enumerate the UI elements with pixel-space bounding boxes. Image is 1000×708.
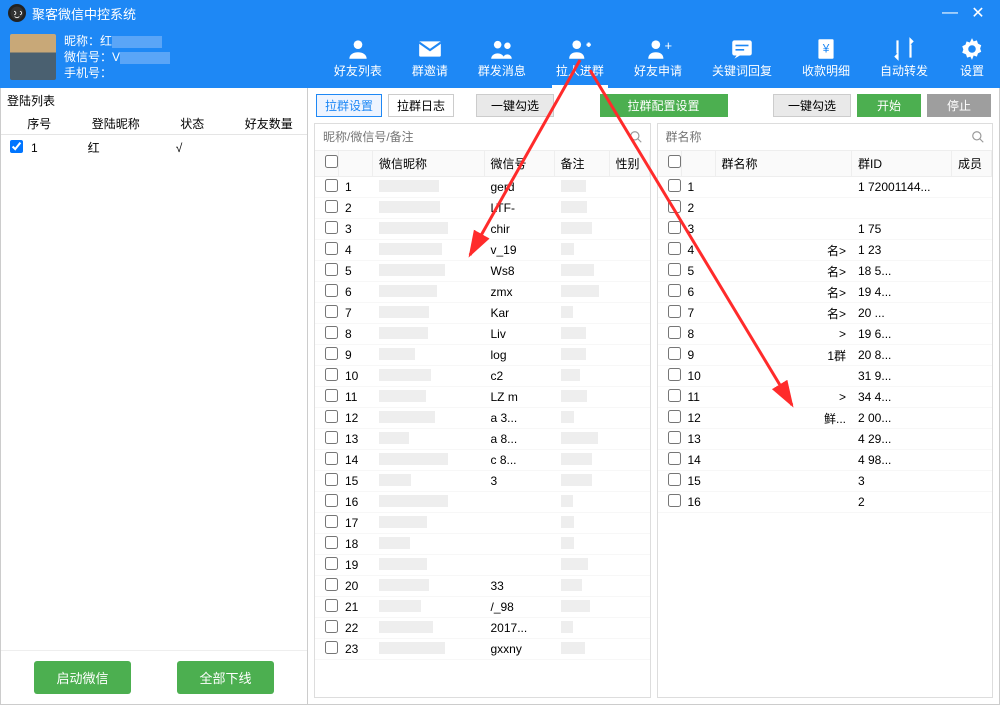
avatar — [10, 34, 56, 80]
login-checkbox[interactable] — [10, 140, 23, 153]
friend-row[interactable]: 15 3 — [315, 471, 650, 492]
title-bar: 聚客微信中控系统 — ✕ — [0, 0, 1000, 26]
select-all-right-button[interactable]: 一键勾选 — [773, 94, 851, 117]
group-row[interactable]: 6名>19 4... — [658, 282, 993, 303]
svg-text:+: + — [664, 38, 672, 53]
friend-row[interactable]: 10c2 — [315, 366, 650, 387]
app-logo — [8, 4, 26, 22]
friend-row[interactable]: 1gerd — [315, 177, 650, 198]
friends-pane: 微信昵称 微信号 备注 性别 1gerd2LTF-3chir4v_195Ws86… — [314, 123, 651, 698]
nav-friends[interactable]: 好友列表 — [330, 32, 386, 83]
right-panel: 拉群设置 拉群日志 一键勾选 拉群配置设置 一键勾选 开始 停止 — [308, 88, 1000, 705]
stop-button[interactable]: 停止 — [927, 94, 991, 117]
friends-columns: 微信昵称 微信号 备注 性别 — [315, 151, 650, 177]
friend-row[interactable]: 22 2017... — [315, 618, 650, 639]
groups-pane: 群名称 群ID 成员 11 72001144...231 754名>1 235名… — [657, 123, 994, 698]
nav-apply[interactable]: +好友申请 — [630, 32, 686, 83]
group-row[interactable]: 4名>1 23 — [658, 240, 993, 261]
friend-row[interactable]: 7Kar — [315, 303, 650, 324]
friend-row[interactable]: 12a 3... — [315, 408, 650, 429]
group-row[interactable]: 31 75 — [658, 219, 993, 240]
svg-text:¥: ¥ — [822, 41, 830, 55]
friend-row[interactable]: 2LTF- — [315, 198, 650, 219]
groups-select-all[interactable] — [668, 155, 681, 168]
group-row[interactable]: 9 1群20 8... — [658, 345, 993, 366]
start-button[interactable]: 开始 — [857, 94, 921, 117]
minimize-button[interactable]: — — [936, 4, 964, 22]
header: 昵称：红 微信号：V 手机号： 好友列表群邀请群发消息拉人进群 +好友申请关键词回… — [0, 26, 1000, 88]
friend-row[interactable]: 5Ws8 — [315, 261, 650, 282]
group-row[interactable]: 134 29... — [658, 429, 993, 450]
group-row[interactable]: 7名>20 ... — [658, 303, 993, 324]
tab-pull-log[interactable]: 拉群日志 — [388, 94, 454, 117]
group-row[interactable]: 11 >34 4... — [658, 387, 993, 408]
nav-keyword[interactable]: 关键词回复 — [708, 32, 776, 83]
start-wechat-button[interactable]: 启动微信 — [34, 661, 130, 694]
nav-receipt[interactable]: ¥收款明细 — [798, 32, 854, 83]
group-row[interactable]: 153 — [658, 471, 993, 492]
friend-row[interactable]: 11LZ m — [315, 387, 650, 408]
friend-row[interactable]: 3chir — [315, 219, 650, 240]
nav-broadcast[interactable]: 群发消息 — [474, 32, 530, 83]
pull-config-button[interactable]: 拉群配置设置 — [600, 94, 728, 117]
friend-row[interactable]: 8Liv — [315, 324, 650, 345]
login-row[interactable]: 1 红 √ — [1, 135, 307, 160]
groups-body: 11 72001144...231 754名>1 235名>18 5...6名>… — [658, 177, 993, 697]
friend-row[interactable]: 14c 8... — [315, 450, 650, 471]
left-footer: 启动微信 全部下线 — [1, 650, 307, 704]
select-all-left-button[interactable]: 一键勾选 — [476, 94, 554, 117]
groups-search-input[interactable] — [658, 124, 965, 150]
group-row[interactable]: 12鲜...2 00... — [658, 408, 993, 429]
group-row[interactable]: 11 72001144... — [658, 177, 993, 198]
group-row[interactable]: 5名>18 5... — [658, 261, 993, 282]
user-info: 昵称：红 微信号：V 手机号： — [64, 33, 170, 81]
toolbar: 拉群设置 拉群日志 一键勾选 拉群配置设置 一键勾选 开始 停止 — [308, 88, 999, 123]
friends-body: 1gerd2LTF-3chir4v_195Ws86zmx7Kar8Liv9log… — [315, 177, 650, 697]
friend-row[interactable]: 6zmx — [315, 282, 650, 303]
friends-select-all[interactable] — [325, 155, 338, 168]
nav-invite[interactable]: 群邀请 — [408, 32, 452, 83]
left-panel: 登陆列表 序号 登陆昵称 状态 好友数量 1 红 √ 启动微信 全部下线 — [0, 88, 308, 705]
group-row[interactable]: 162 — [658, 492, 993, 513]
nav-pull[interactable]: 拉人进群 — [552, 32, 608, 83]
group-row[interactable]: 1031 9... — [658, 366, 993, 387]
group-row[interactable]: 144 98... — [658, 450, 993, 471]
app-title: 聚客微信中控系统 — [32, 4, 136, 23]
close-button[interactable]: ✕ — [964, 3, 992, 23]
friend-row[interactable]: 9log — [315, 345, 650, 366]
nav-forward[interactable]: 自动转发 — [876, 32, 932, 83]
left-body: 1 红 √ — [1, 135, 307, 650]
group-row[interactable]: 2 — [658, 198, 993, 219]
left-columns: 序号 登陆昵称 状态 好友数量 — [1, 113, 307, 135]
tab-pull-settings[interactable]: 拉群设置 — [316, 94, 382, 117]
nav-items: 好友列表群邀请群发消息拉人进群 +好友申请关键词回复 ¥收款明细自动转发设置 — [180, 32, 1000, 83]
friend-row[interactable]: 23 gxxny — [315, 639, 650, 660]
left-title: 登陆列表 — [1, 88, 307, 113]
friend-row[interactable]: 21 /_98 — [315, 597, 650, 618]
friend-row[interactable]: 19 — [315, 555, 650, 576]
friend-row[interactable]: 13a 8... — [315, 429, 650, 450]
friends-search-input[interactable] — [315, 124, 622, 150]
all-offline-button[interactable]: 全部下线 — [177, 661, 273, 694]
search-icon[interactable] — [622, 124, 650, 150]
search-icon[interactable] — [964, 124, 992, 150]
friend-row[interactable]: 18 — [315, 534, 650, 555]
friend-row[interactable]: 4v_19 — [315, 240, 650, 261]
groups-columns: 群名称 群ID 成员 — [658, 151, 993, 177]
user-box: 昵称：红 微信号：V 手机号： — [0, 33, 180, 81]
friend-row[interactable]: 20 33 — [315, 576, 650, 597]
nav-settings[interactable]: 设置 — [954, 32, 990, 83]
friend-row[interactable]: 16 — [315, 492, 650, 513]
friend-row[interactable]: 17 — [315, 513, 650, 534]
group-row[interactable]: 8 >19 6... — [658, 324, 993, 345]
